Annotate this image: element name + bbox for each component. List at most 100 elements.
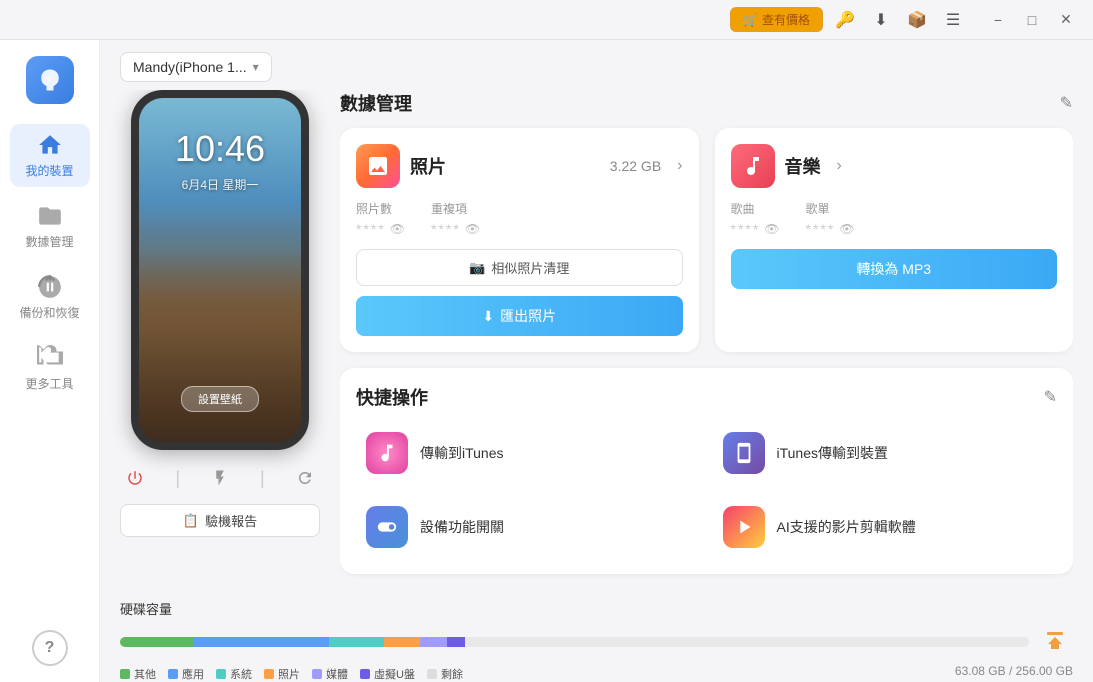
app-logo	[26, 56, 74, 104]
data-management-header: 數據管理 ✎	[340, 90, 1073, 116]
quick-actions-edit-icon[interactable]: ✎	[1044, 387, 1057, 407]
photos-card-size: 3.22 GB	[610, 158, 661, 174]
power-button[interactable]	[119, 462, 151, 494]
divider-1: |	[175, 468, 180, 489]
itunes-icon	[366, 432, 408, 474]
ai-video-button[interactable]: AI支援的影片剪輯軟體	[713, 496, 1058, 558]
sidebar-item-my-device[interactable]: 我的裝置	[10, 124, 90, 187]
photos-card: 照片 3.22 GB › 照片數 **** 👁	[340, 128, 699, 352]
storage-bar	[120, 637, 1029, 647]
box-icon[interactable]: 📦	[903, 6, 931, 34]
phone-area: 10:46 6月4日 星期一 設置壁紙 | |	[120, 90, 320, 591]
convert-mp3-button[interactable]: 轉換為 MP3	[731, 249, 1058, 289]
menu-icon[interactable]: ☰	[939, 6, 967, 34]
photos-stat-count: 照片數 **** 👁	[356, 200, 407, 237]
maximize-button[interactable]: □	[1017, 6, 1047, 34]
data-management-title: 數據管理	[340, 90, 412, 116]
legend-system: 系統	[216, 666, 252, 682]
set-wallpaper-button[interactable]: 設置壁紙	[181, 386, 259, 412]
legend-media: 媒體	[312, 666, 348, 682]
storage-area: 硬碟容量	[100, 591, 1093, 682]
storage-seg-apps	[193, 637, 329, 647]
send-to-itunes-button[interactable]: 傳輸到iTunes	[356, 422, 701, 484]
phone-time: 10:46	[175, 128, 265, 170]
sidebar-item-backup-restore[interactable]: 備份和恢復	[10, 266, 90, 329]
chevron-down-icon: ▾	[253, 60, 259, 74]
device-selector[interactable]: Mandy(iPhone 1... ▾	[120, 52, 272, 82]
tools-icon	[37, 345, 63, 371]
content-area: Mandy(iPhone 1... ▾ 10:46 6月4日 星期一 設置壁紙	[100, 40, 1093, 682]
legend-free: 剩餘	[427, 666, 463, 682]
music-card-icon	[731, 144, 775, 188]
quick-actions-title: 快捷操作	[356, 384, 428, 410]
photos-card-header: 照片 3.22 GB ›	[356, 144, 683, 188]
music-card-header: 音樂 ›	[731, 144, 1058, 188]
data-cards-row: 照片 3.22 GB › 照片數 **** 👁	[340, 128, 1073, 352]
minimize-button[interactable]: −	[983, 6, 1013, 34]
eye-icon-3[interactable]: 👁	[764, 222, 781, 236]
eye-icon-2[interactable]: 👁	[465, 222, 482, 236]
storage-label: 硬碟容量	[120, 599, 172, 618]
price-button[interactable]: 🛒 查有價格	[730, 7, 823, 32]
photos-card-stats: 照片數 **** 👁 重複項 ****	[356, 200, 683, 237]
clean-button[interactable]	[1037, 624, 1073, 660]
storage-seg-udisk	[447, 637, 465, 647]
flash-button[interactable]	[204, 462, 236, 494]
sidebar-item-data-manage[interactable]: 數據管理	[10, 195, 90, 258]
right-panel: 數據管理 ✎ 照片 3.22 GB ›	[340, 90, 1073, 591]
similar-photos-cleanup-button[interactable]: 📷 相似照片清理	[356, 249, 683, 286]
ai-video-icon	[723, 506, 765, 548]
phone-controls: | |	[119, 462, 320, 494]
help-button[interactable]: ?	[32, 630, 68, 666]
sidebar: 我的裝置 數據管理 備份和恢復 更多工具 ?	[0, 40, 100, 682]
itunes-to-device-button[interactable]: iTunes傳輸到裝置	[713, 422, 1058, 484]
storage-seg-media	[420, 637, 447, 647]
sidebar-item-more-tools[interactable]: 更多工具	[10, 337, 90, 400]
window-controls: − □ ✕	[983, 6, 1081, 34]
camera-icon: 📷	[469, 260, 485, 276]
photos-stat-duplicates: 重複項 **** 👁	[431, 200, 482, 237]
quick-actions-header: 快捷操作 ✎	[356, 384, 1057, 410]
music-card-arrow-icon[interactable]: ›	[837, 157, 842, 175]
music-stat-songs: 歌曲 **** 👁	[731, 200, 782, 237]
key-icon[interactable]: 🔑	[831, 6, 859, 34]
download-icon[interactable]: ⬇	[867, 6, 895, 34]
middle-section: 10:46 6月4日 星期一 設置壁紙 | |	[100, 90, 1093, 591]
photos-card-arrow-icon[interactable]: ›	[677, 157, 682, 175]
device-toggle-button[interactable]: 設備功能開關	[356, 496, 701, 558]
backup-icon	[37, 274, 63, 300]
legend-udisk: 虛擬U盤	[360, 666, 415, 682]
storage-seg-other	[120, 637, 193, 647]
divider-2: |	[260, 468, 265, 489]
cart-icon: 🛒	[743, 13, 758, 27]
device-header: Mandy(iPhone 1... ▾	[100, 40, 1093, 90]
close-button[interactable]: ✕	[1051, 6, 1081, 34]
device-name: Mandy(iPhone 1...	[133, 59, 247, 75]
folder-icon	[37, 203, 63, 229]
storage-seg-free	[465, 637, 1029, 647]
main-area: 我的裝置 數據管理 備份和恢復 更多工具 ?	[0, 40, 1093, 682]
storage-used-label: 63.08 GB / 256.00 GB	[955, 664, 1073, 678]
eye-icon-1[interactable]: 👁	[390, 222, 407, 236]
titlebar: 🛒 查有價格 🔑 ⬇ 📦 ☰ − □ ✕	[0, 0, 1093, 40]
phone-mockup: 10:46 6月4日 星期一 設置壁紙	[131, 90, 309, 450]
data-management-edit-icon[interactable]: ✎	[1060, 93, 1073, 113]
report-icon: 📋	[183, 513, 199, 529]
data-management-section: 數據管理 ✎ 照片 3.22 GB ›	[340, 90, 1073, 352]
music-stat-playlist: 歌單 **** 👁	[806, 200, 857, 237]
diagnostics-button[interactable]: 📋 驗機報告	[120, 504, 320, 537]
refresh-button[interactable]	[289, 462, 321, 494]
export-photos-button[interactable]: ⬇ 匯出照片	[356, 296, 683, 336]
music-card-stats: 歌曲 **** 👁 歌單 ****	[731, 200, 1058, 237]
eye-icon-4[interactable]: 👁	[839, 222, 856, 236]
photos-card-icon	[356, 144, 400, 188]
storage-seg-system	[329, 637, 384, 647]
phone-screen: 10:46 6月4日 星期一 設置壁紙	[139, 98, 301, 442]
phone-date: 6月4日 星期一	[182, 176, 259, 193]
photos-card-title: 照片	[410, 153, 446, 179]
settings-toggle-icon	[366, 506, 408, 548]
storage-legend: 其他 應用 系統 照片	[120, 666, 463, 682]
music-card: 音樂 › 歌曲 **** 👁	[715, 128, 1074, 352]
legend-other: 其他	[120, 666, 156, 682]
logo-icon	[36, 66, 64, 94]
